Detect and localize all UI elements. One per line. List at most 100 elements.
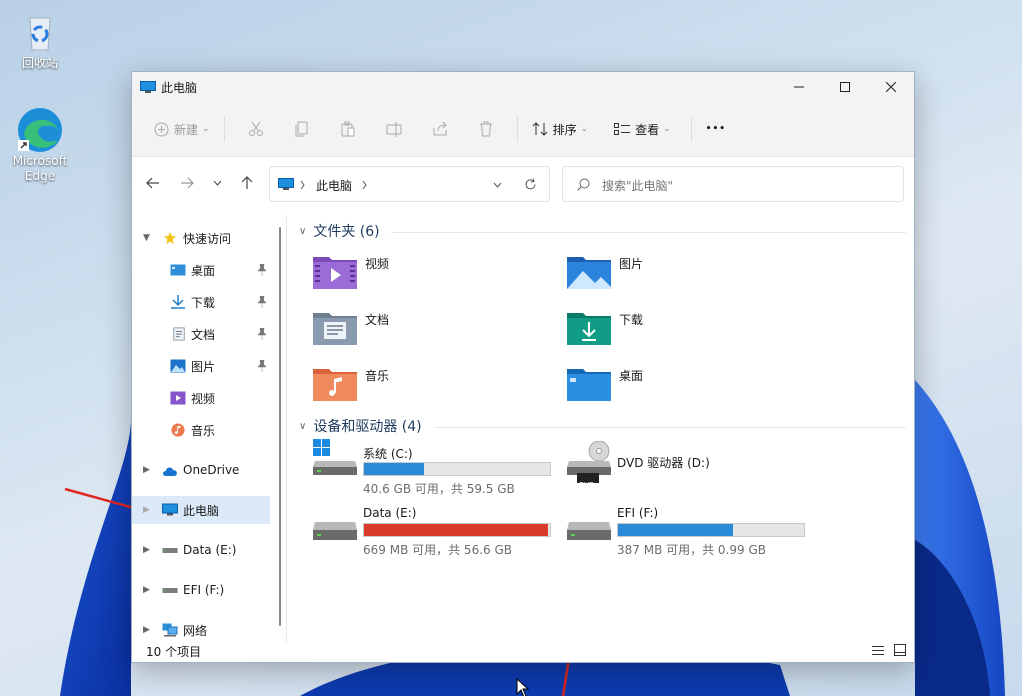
- recent-locations-button[interactable]: [206, 172, 228, 194]
- drive-space-info: 40.6 GB 可用，共 59.5 GB: [363, 482, 515, 496]
- drive-icon: [313, 522, 357, 540]
- chevron-right-icon[interactable]: ▶: [143, 625, 150, 635]
- sort-button[interactable]: 排序 ⌄: [526, 113, 595, 145]
- nav-item-music[interactable]: 音乐: [132, 416, 270, 444]
- nav-item-desktop[interactable]: 桌面: [132, 256, 270, 284]
- folders-section-header[interactable]: ∨ 文件夹 (6): [299, 221, 380, 241]
- sort-icon: [532, 122, 547, 136]
- chevron-right-icon[interactable]: ▶: [143, 585, 150, 595]
- drive-name: EFI (F:): [617, 506, 659, 520]
- view-list-icon: [614, 123, 631, 135]
- details-view-icon[interactable]: [872, 645, 884, 656]
- desktop-icon-recycle-bin[interactable]: 回收站: [5, 10, 75, 71]
- drive-d[interactable]: DVD DVD 驱动器 (D:): [567, 441, 817, 495]
- content-pane: ∨ 文件夹 (6) 视频 图片 文档 下载 音乐 桌面 ∨ 设备和驱动器 (4)…: [287, 215, 914, 696]
- folder-downloads[interactable]: 下载: [567, 309, 643, 345]
- back-button[interactable]: [142, 172, 164, 194]
- star-icon: [163, 231, 177, 245]
- refresh-icon[interactable]: [524, 178, 537, 191]
- copy-icon: [295, 121, 308, 137]
- delete-button[interactable]: [463, 113, 509, 145]
- folder-documents[interactable]: 文档: [313, 309, 389, 345]
- share-button[interactable]: [417, 113, 463, 145]
- nav-data-drive[interactable]: ▶ Data (E:): [132, 536, 270, 564]
- folder-desktop[interactable]: 桌面: [567, 365, 643, 401]
- videos-folder-icon: [313, 257, 357, 289]
- recycle-bin-icon: [18, 10, 62, 54]
- trash-icon: [479, 121, 492, 137]
- folder-music[interactable]: 音乐: [313, 365, 389, 401]
- window-title: 此电脑: [161, 80, 198, 95]
- copy-button[interactable]: [279, 113, 325, 145]
- chevron-down-icon[interactable]: [493, 182, 502, 188]
- nav-item-label: EFI (F:): [183, 583, 225, 597]
- maximize-button[interactable]: [822, 72, 868, 102]
- more-options-button[interactable]: •••: [700, 113, 732, 145]
- document-icon: [173, 327, 185, 341]
- desktop-icon-edge[interactable]: Microsoft Edge: [5, 104, 75, 184]
- chevron-down-icon[interactable]: ▼: [143, 233, 150, 243]
- toolbar-divider: [223, 116, 225, 142]
- toolbar-divider: [516, 116, 518, 142]
- minimize-button[interactable]: [776, 72, 822, 102]
- paste-button[interactable]: [325, 113, 371, 145]
- nav-item-pictures[interactable]: 图片: [132, 352, 270, 380]
- nav-efi-drive[interactable]: ▶ EFI (F:): [132, 576, 270, 604]
- folder-label: 图片: [619, 257, 644, 271]
- downloads-folder-icon: [567, 313, 611, 345]
- cloud-icon: [163, 467, 177, 476]
- nav-onedrive[interactable]: ▶ OneDrive: [132, 456, 270, 484]
- address-path[interactable]: 此电脑: [316, 177, 352, 194]
- view-button[interactable]: 查看 ⌄: [608, 113, 677, 145]
- nav-item-documents[interactable]: 文档: [132, 320, 270, 348]
- folders-section-title: 文件夹 (6): [313, 224, 380, 240]
- ellipsis-icon: •••: [705, 124, 726, 134]
- search-box[interactable]: 搜索"此电脑": [562, 166, 904, 202]
- cut-button[interactable]: [233, 113, 279, 145]
- nav-scrollbar[interactable]: [279, 227, 281, 626]
- desktop-icon-label: Microsoft Edge: [12, 154, 68, 183]
- drive-usage-bar: [617, 523, 805, 537]
- chevron-right-icon[interactable]: ▶: [143, 505, 150, 515]
- folder-pictures[interactable]: 图片: [567, 253, 643, 289]
- folder-label: 文档: [365, 313, 390, 327]
- nav-this-pc[interactable]: ▶ 此电脑: [132, 496, 270, 524]
- drive-f[interactable]: EFI (F:) 387 MB 可用，共 0.99 GB: [567, 506, 817, 557]
- drive-c[interactable]: 系统 (C:) 40.6 GB 可用，共 59.5 GB: [313, 439, 563, 496]
- rename-button[interactable]: [371, 113, 417, 145]
- new-button[interactable]: 新建 ⌄: [148, 113, 216, 145]
- sort-button-label: 排序: [552, 122, 577, 137]
- drive-usage-bar: [363, 523, 551, 537]
- folder-videos[interactable]: 视频: [313, 253, 389, 289]
- chevron-right-icon[interactable]: ▶: [143, 465, 150, 475]
- file-explorer-window: 此电脑 新建 ⌄ 排序 ⌄ 查看 ⌄ ••• 此电脑 搜索"此电脑" ▼ 快速访…: [131, 71, 915, 696]
- tiles-view-icon[interactable]: [894, 644, 906, 656]
- command-bar: 新建 ⌄ 排序 ⌄ 查看 ⌄ •••: [132, 102, 914, 157]
- computer-icon: [278, 178, 294, 190]
- chevron-down-icon: ∨: [299, 420, 307, 432]
- computer-icon: [140, 80, 156, 93]
- chevron-right-icon: [362, 181, 367, 189]
- nav-item-videos[interactable]: 视频: [132, 384, 270, 412]
- folder-label: 下载: [619, 313, 644, 327]
- address-bar[interactable]: 此电脑: [269, 166, 550, 202]
- nav-item-label: 下载: [191, 295, 216, 310]
- drive-e[interactable]: Data (E:) 669 MB 可用，共 56.6 GB: [313, 506, 563, 557]
- folder-label: 音乐: [365, 369, 390, 383]
- drive-usage-fill: [618, 524, 734, 536]
- up-button[interactable]: [236, 172, 258, 194]
- forward-button[interactable]: [176, 172, 198, 194]
- desktop-folder-icon: [567, 369, 611, 401]
- title-bar[interactable]: 此电脑: [132, 72, 914, 102]
- computer-icon: [162, 503, 178, 516]
- pin-icon: [257, 360, 267, 372]
- nav-quick-access[interactable]: ▼ 快速访问: [132, 224, 270, 252]
- desktop-icon-label: 回收站: [21, 56, 58, 70]
- drives-section-header[interactable]: ∨ 设备和驱动器 (4): [299, 416, 422, 436]
- chevron-right-icon[interactable]: ▶: [143, 545, 150, 555]
- close-button[interactable]: [868, 72, 914, 102]
- nav-item-downloads[interactable]: 下载: [132, 288, 270, 316]
- chevron-down-icon: ⌄: [663, 124, 671, 134]
- section-divider: [436, 427, 906, 428]
- plus-circle-icon: [154, 122, 169, 136]
